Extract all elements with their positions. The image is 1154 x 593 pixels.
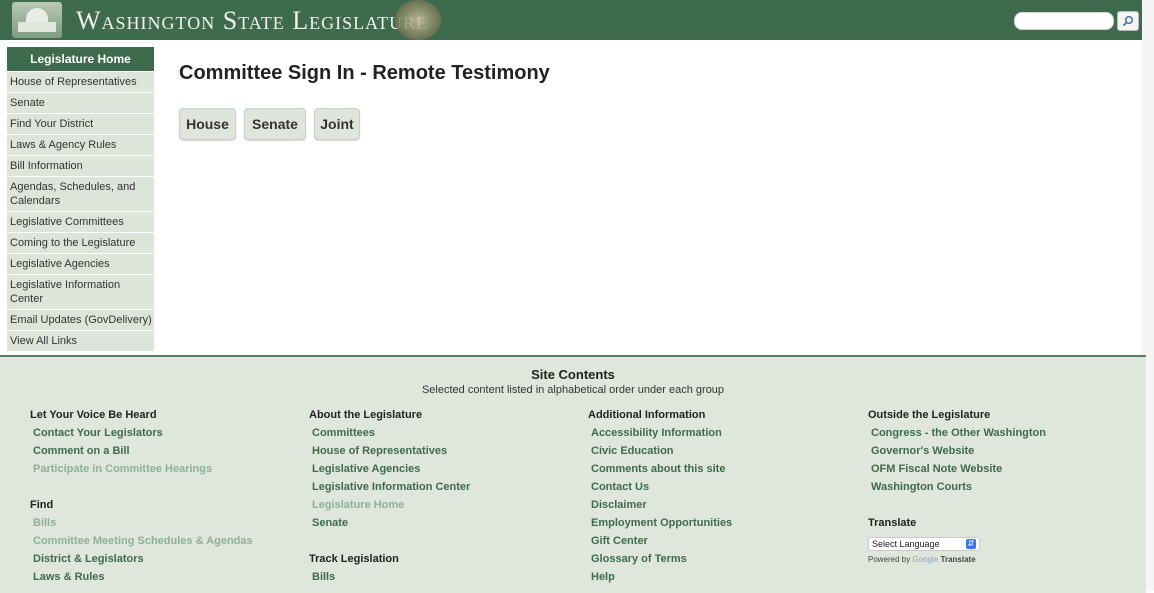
- sidebar-item-bill-info[interactable]: Bill Information: [7, 155, 154, 176]
- footer-column-voice: Let Your Voice Be Heard Contact Your Leg…: [30, 409, 253, 589]
- footer-link[interactable]: Disclaimer: [591, 499, 732, 513]
- footer-link[interactable]: Washington Courts: [871, 481, 1046, 495]
- footer-link[interactable]: Senate: [312, 517, 470, 531]
- senate-button[interactable]: Senate: [244, 108, 306, 140]
- footer-link[interactable]: Committees: [312, 427, 470, 441]
- sidebar-item-find-district[interactable]: Find Your District: [7, 113, 154, 134]
- footer-column-outside: Outside the Legislature Congress - the O…: [868, 409, 1046, 564]
- footer-link[interactable]: Bills: [312, 571, 470, 585]
- capitol-logo[interactable]: [12, 2, 62, 38]
- footer-heading: Outside the Legislature: [868, 409, 991, 421]
- footer-link[interactable]: Gift Center: [591, 535, 732, 549]
- site-header: Washington State Legislature: [0, 0, 1142, 40]
- translate-heading: Translate: [868, 517, 917, 529]
- sidebar-item-view-all[interactable]: View All Links: [7, 330, 154, 351]
- language-select[interactable]: Select Language ⇵: [868, 537, 980, 551]
- capitol-dome-icon: [26, 8, 48, 22]
- footer-heading: About the Legislature: [309, 409, 423, 421]
- sidebar-item-senate[interactable]: Senate: [7, 92, 154, 113]
- footer-link[interactable]: Comment on a Bill: [33, 445, 253, 459]
- sidebar-item-committees[interactable]: Legislative Committees: [7, 211, 154, 232]
- state-seal-icon: [395, 0, 441, 40]
- footer-link[interactable]: Help: [591, 571, 732, 585]
- footer-title: Site Contents: [531, 367, 615, 382]
- footer-link[interactable]: Committee Meeting Schedules & Agendas: [33, 535, 253, 549]
- search-input[interactable]: [1014, 12, 1114, 30]
- sidebar-item-agencies[interactable]: Legislative Agencies: [7, 253, 154, 274]
- footer-link[interactable]: Congress - the Other Washington: [871, 427, 1046, 441]
- footer-link[interactable]: Legislative Agencies: [312, 463, 470, 477]
- powered-by-text: Powered by: [868, 555, 911, 564]
- sidebar-item-agendas[interactable]: Agendas, Schedules, and Calendars: [7, 176, 154, 211]
- sidebar-item-info-center[interactable]: Legislative Information Center: [7, 274, 154, 309]
- footer-column-about: About the Legislature Committees House o…: [309, 409, 470, 589]
- footer-link[interactable]: Laws & Rules: [33, 571, 253, 585]
- footer-link[interactable]: Comments about this site: [591, 463, 732, 477]
- footer-link[interactable]: Legislative Information Center: [312, 481, 470, 495]
- sidebar-item-house[interactable]: House of Representatives: [7, 71, 154, 92]
- footer-heading: Find: [30, 499, 54, 511]
- language-select-value: Select Language: [872, 539, 940, 549]
- footer-link[interactable]: Participate in Committee Hearings: [33, 463, 253, 477]
- select-caret-icon: ⇵: [966, 539, 976, 549]
- footer-column-additional: Additional Information Accessibility Inf…: [588, 409, 732, 589]
- footer-subtitle: Selected content listed in alphabetical …: [421, 384, 725, 396]
- search-icon: [1122, 16, 1133, 27]
- sidebar-item-email-updates[interactable]: Email Updates (GovDelivery): [7, 309, 154, 330]
- capitol-base-icon: [18, 22, 56, 32]
- footer-link[interactable]: Legislature Home: [312, 499, 470, 513]
- footer-link[interactable]: Accessibility Information: [591, 427, 732, 441]
- footer-link[interactable]: OFM Fiscal Note Website: [871, 463, 1046, 477]
- footer-link[interactable]: Contact Us: [591, 481, 732, 495]
- footer-heading: Additional Information: [588, 409, 706, 421]
- footer-link[interactable]: Governor's Website: [871, 445, 1046, 459]
- sidebar-item-coming[interactable]: Coming to the Legislature: [7, 232, 154, 253]
- house-button[interactable]: House: [179, 108, 236, 140]
- sidebar-item-laws[interactable]: Laws & Agency Rules: [7, 134, 154, 155]
- site-contents-footer: Site Contents Selected content listed in…: [0, 355, 1146, 593]
- translate-link[interactable]: Translate: [941, 555, 976, 564]
- page-title: Committee Sign In - Remote Testimony: [179, 62, 550, 84]
- footer-link[interactable]: House of Representatives: [312, 445, 470, 459]
- search-button[interactable]: [1117, 11, 1139, 31]
- powered-by-google: Powered by Google Translate: [868, 555, 1046, 564]
- joint-button[interactable]: Joint: [314, 108, 360, 140]
- google-logo: Google: [912, 555, 939, 564]
- footer-heading: Track Legislation: [309, 553, 399, 565]
- footer-heading: Let Your Voice Be Heard: [30, 409, 157, 421]
- footer-link[interactable]: Bills: [33, 517, 253, 531]
- sidebar-item-legislature-home[interactable]: Legislature Home: [7, 47, 154, 71]
- footer-link[interactable]: Glossary of Terms: [591, 553, 732, 567]
- footer-link[interactable]: Civic Education: [591, 445, 732, 459]
- sidebar-nav: Legislature Home House of Representative…: [7, 47, 154, 351]
- footer-link[interactable]: District & Legislators: [33, 553, 253, 567]
- site-title[interactable]: Washington State Legislature: [76, 6, 428, 36]
- footer-link[interactable]: Contact Your Legislators: [33, 427, 253, 441]
- footer-link[interactable]: Employment Opportunities: [591, 517, 732, 531]
